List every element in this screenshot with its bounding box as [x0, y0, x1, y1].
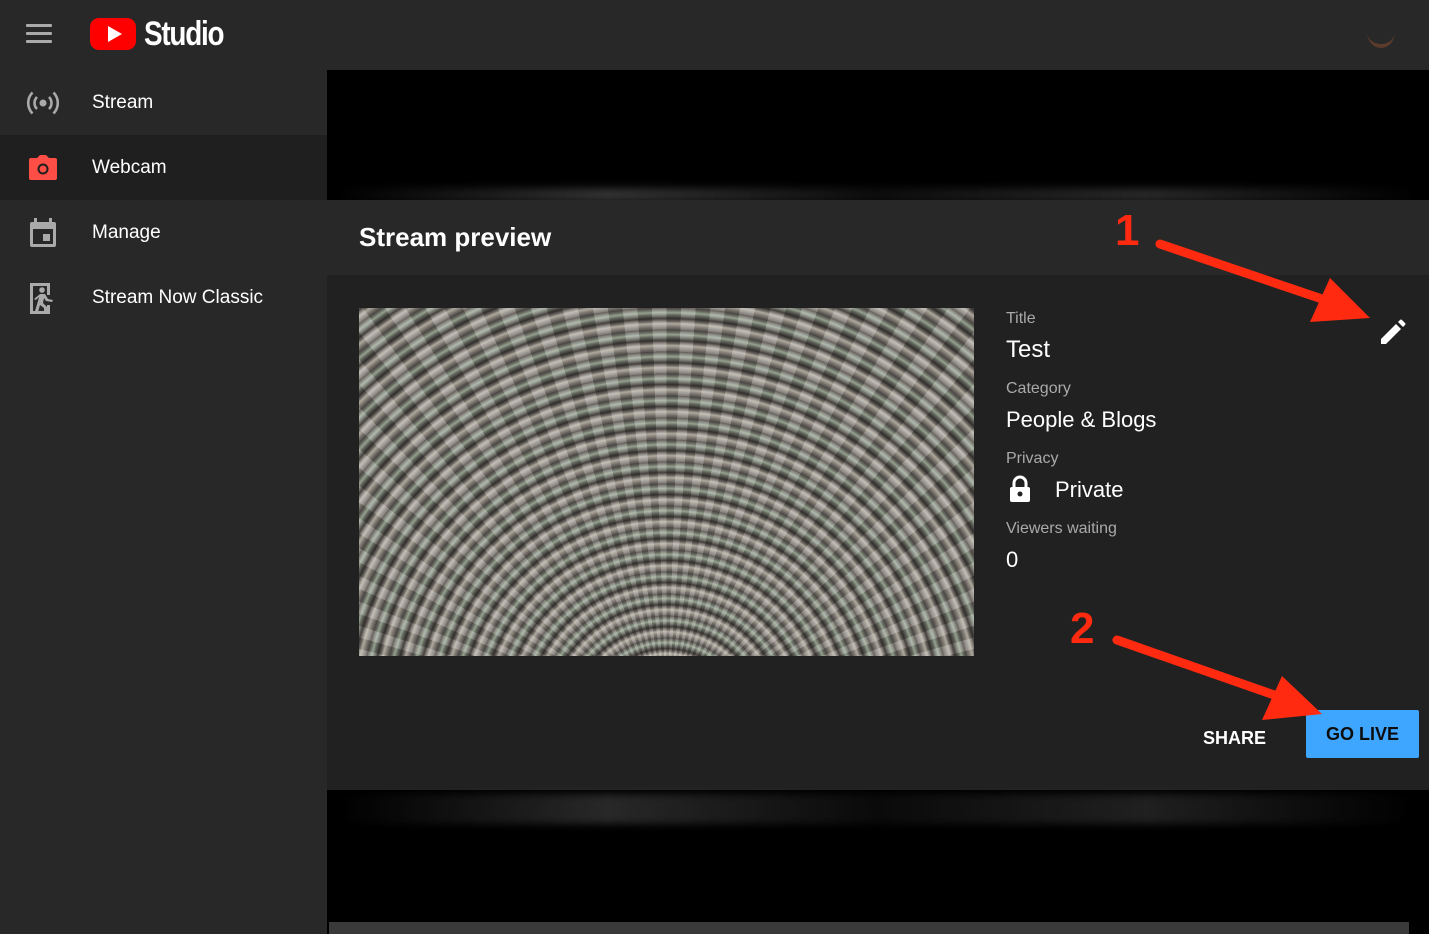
calendar-icon: [26, 216, 60, 250]
privacy-label: Privacy: [1006, 450, 1059, 467]
annotation-step-1: 1: [1115, 206, 1140, 255]
go-live-button[interactable]: GO LIVE: [1306, 710, 1419, 758]
youtube-play-icon: [90, 18, 136, 50]
privacy-value: Private: [1055, 477, 1124, 502]
title-label: Title: [1006, 310, 1036, 327]
card-title: Stream preview: [359, 222, 552, 252]
category-label: Category: [1006, 380, 1071, 397]
sidebar-item-stream-now-classic[interactable]: Stream Now Classic: [0, 265, 327, 330]
share-button[interactable]: SHARE: [1193, 720, 1276, 757]
broadcast-icon: [26, 86, 60, 120]
viewers-waiting-label: Viewers waiting: [1006, 520, 1117, 537]
category-value: People & Blogs: [1006, 407, 1157, 432]
sidebar-item-label: Manage: [92, 221, 161, 243]
webcam-preview: [359, 308, 974, 656]
sidebar-item-manage[interactable]: Manage: [0, 200, 327, 265]
logo-text: Studio: [144, 14, 225, 53]
sidebar: Stream Webcam Manage Stream Now Classic: [0, 70, 327, 934]
lock-icon: [1008, 475, 1032, 503]
top-bar: Studio: [0, 0, 1429, 70]
avatar[interactable]: [1363, 34, 1399, 48]
studio-logo[interactable]: Studio: [90, 14, 241, 54]
exit-running-icon: [26, 281, 60, 315]
stream-preview-card: Stream preview Title Test Category Peopl…: [327, 200, 1429, 790]
hamburger-menu-icon[interactable]: [26, 18, 60, 48]
title-value: Test: [1006, 336, 1051, 363]
sidebar-item-label: Stream Now Classic: [92, 286, 264, 308]
main-area: Stream preview Title Test Category Peopl…: [327, 70, 1429, 934]
card-header: Stream preview: [327, 200, 1429, 275]
sidebar-item-label: Webcam: [92, 156, 167, 178]
edit-pencil-icon[interactable]: [1377, 318, 1407, 348]
sidebar-item-webcam[interactable]: Webcam: [0, 135, 327, 200]
annotation-step-2: 2: [1070, 604, 1095, 653]
sidebar-item-stream[interactable]: Stream: [0, 70, 327, 135]
bottom-scrollbar[interactable]: [329, 922, 1409, 934]
blurred-content-bottom: [337, 794, 1417, 824]
sidebar-item-label: Stream: [92, 91, 154, 113]
viewers-waiting-value: 0: [1006, 547, 1019, 572]
camera-icon: [26, 151, 60, 185]
